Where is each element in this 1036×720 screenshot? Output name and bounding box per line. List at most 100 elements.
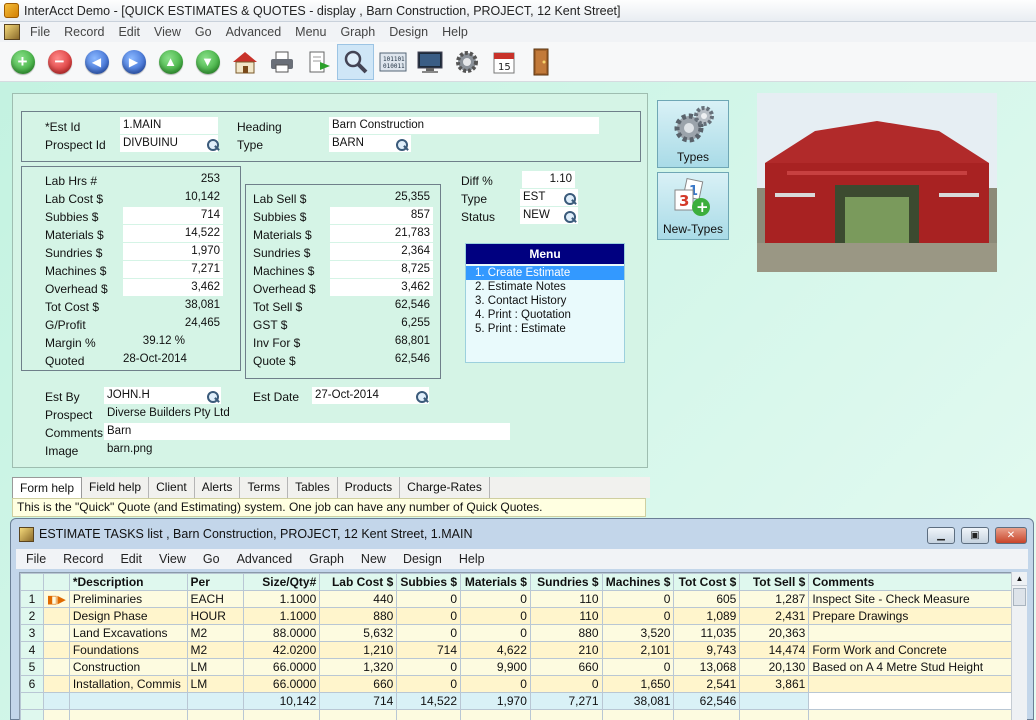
table-cell[interactable]: 4,622 — [460, 641, 531, 659]
table-row[interactable]: 3 Land Excavations M2 88.0000 5,632 0 0 880 3,52… — [20, 624, 1018, 642]
menu-menu[interactable]: Menu — [289, 25, 334, 39]
col-tot-sell[interactable]: Tot Sell $ — [739, 573, 810, 591]
table-cell[interactable]: 0 — [396, 624, 461, 642]
settings-button[interactable] — [448, 44, 485, 80]
print-button[interactable] — [263, 44, 300, 80]
table-cell[interactable]: 42.0200 — [242, 641, 321, 659]
table-cell[interactable]: M2 — [186, 641, 244, 659]
col-subbies[interactable]: Subbies $ — [396, 573, 461, 591]
materials-sell-field[interactable]: 21,783 — [330, 225, 433, 242]
table-cell[interactable]: 0 — [396, 590, 461, 608]
table-cell[interactable]: Land Excavations — [68, 624, 188, 642]
table-cell[interactable]: 0 — [601, 607, 675, 625]
menu-contact-history[interactable]: 3. Contact History — [466, 294, 624, 308]
subbies-sell-field[interactable]: 857 — [330, 207, 433, 224]
comments-field[interactable]: Barn — [104, 423, 510, 440]
col-size-qty[interactable]: Size/Qty# — [242, 573, 321, 591]
table-cell[interactable]: Inspect Site - Check Measure — [808, 590, 1018, 608]
exit-button[interactable] — [522, 44, 559, 80]
empty-cell[interactable] — [601, 709, 675, 720]
sub-menu-file[interactable]: File — [16, 552, 53, 566]
table-cell[interactable]: 5,632 — [319, 624, 398, 642]
empty-cell[interactable] — [739, 709, 810, 720]
menu-design[interactable]: Design — [383, 25, 436, 39]
col-description[interactable]: *Description — [68, 573, 188, 591]
move-down-button[interactable]: ▼ — [189, 44, 226, 80]
table-cell[interactable] — [808, 624, 1018, 642]
table-cell[interactable]: HOUR — [186, 607, 244, 625]
est-by-field[interactable]: JOHN.H — [104, 387, 221, 404]
previous-record-button[interactable]: ◀ — [78, 44, 115, 80]
table-cell[interactable]: 0 — [601, 590, 675, 608]
image-field[interactable]: barn.png — [104, 441, 510, 458]
est-id-field[interactable]: 1.MAIN — [120, 117, 218, 134]
table-cell[interactable]: 13,068 — [673, 658, 741, 676]
table-cell[interactable]: 2,431 — [739, 607, 810, 625]
col-per[interactable]: Per — [186, 573, 244, 591]
table-cell[interactable]: Installation, Commis — [68, 675, 188, 693]
tab-tables[interactable]: Tables — [288, 477, 338, 498]
table-cell[interactable]: 0 — [396, 658, 461, 676]
row-indicator[interactable] — [42, 624, 70, 642]
table-cell[interactable]: 9,900 — [460, 658, 531, 676]
table-cell[interactable]: Form Work and Concrete — [808, 641, 1018, 659]
prospect-lookup-icon[interactable] — [206, 138, 219, 151]
table-cell[interactable]: LM — [186, 675, 244, 693]
menu-view[interactable]: View — [148, 25, 189, 39]
table-cell[interactable]: 1,287 — [739, 590, 810, 608]
row-indicator[interactable] — [42, 641, 70, 659]
calendar-button[interactable]: 15 — [485, 44, 522, 80]
menu-create-estimate[interactable]: 1. Create Estimate — [466, 266, 624, 280]
new-types-button[interactable]: 1 3 + New-Types — [657, 172, 729, 240]
sub-menu-go[interactable]: Go — [193, 552, 227, 566]
table-cell[interactable]: 11,035 — [673, 624, 741, 642]
table-row[interactable]: 5 Construction LM 66.0000 1,320 0 9,900 660 0 13,… — [20, 658, 1018, 676]
table-cell[interactable]: LM — [186, 658, 244, 676]
empty-cell[interactable] — [68, 709, 188, 720]
col-tot-cost[interactable]: Tot Cost $ — [673, 573, 741, 591]
table-cell[interactable]: 14,474 — [739, 641, 810, 659]
table-cell[interactable]: 0 — [601, 658, 675, 676]
materials-cost-field[interactable]: 14,522 — [123, 225, 223, 242]
table-cell[interactable]: 880 — [529, 624, 603, 642]
delete-button[interactable]: − — [41, 44, 78, 80]
tab-field-help[interactable]: Field help — [82, 477, 150, 498]
menu-help[interactable]: Help — [436, 25, 476, 39]
table-cell[interactable]: 660 — [319, 675, 398, 693]
table-cell[interactable]: Foundations — [68, 641, 188, 659]
table-cell[interactable]: EACH — [186, 590, 244, 608]
table-cell[interactable] — [808, 675, 1018, 693]
empty-cell[interactable] — [808, 709, 1018, 720]
row-indicator[interactable] — [42, 658, 70, 676]
grid-scrollbar[interactable]: ▲ — [1011, 572, 1027, 720]
empty-cell[interactable] — [529, 709, 603, 720]
table-cell[interactable]: 0 — [460, 675, 531, 693]
menu-edit[interactable]: Edit — [112, 25, 148, 39]
table-cell[interactable]: 1,210 — [319, 641, 398, 659]
menu-advanced[interactable]: Advanced — [220, 25, 290, 39]
empty-cell[interactable] — [186, 709, 244, 720]
est-by-lookup-icon[interactable] — [206, 390, 219, 403]
col-comments[interactable]: Comments — [808, 573, 1018, 591]
table-cell[interactable]: 0 — [396, 607, 461, 625]
table-cell[interactable]: 0 — [460, 590, 531, 608]
sub-menu-new[interactable]: New — [351, 552, 393, 566]
table-cell[interactable]: 714 — [396, 641, 461, 659]
table-cell[interactable]: 0 — [396, 675, 461, 693]
tab-products[interactable]: Products — [337, 477, 401, 498]
subbies-cost-field[interactable]: 714 — [123, 207, 223, 224]
menu-file[interactable]: File — [24, 25, 58, 39]
next-record-button[interactable]: ▶ — [115, 44, 152, 80]
heading-field[interactable]: Barn Construction — [329, 117, 599, 134]
overhead-cost-field[interactable]: 3,462 — [123, 279, 223, 296]
search-button[interactable] — [337, 43, 374, 80]
table-cell[interactable]: 20,130 — [739, 658, 810, 676]
machines-sell-field[interactable]: 8,725 — [330, 261, 433, 278]
sub-menu-record[interactable]: Record — [53, 552, 110, 566]
menu-print-estimate[interactable]: 5. Print : Estimate — [466, 322, 624, 336]
prospect-id-field[interactable]: DIVBUINU — [120, 135, 218, 152]
table-cell[interactable]: 1,089 — [673, 607, 741, 625]
home-button[interactable] — [226, 44, 263, 80]
table-cell[interactable]: 605 — [673, 590, 741, 608]
col-machines[interactable]: Machines $ — [601, 573, 675, 591]
